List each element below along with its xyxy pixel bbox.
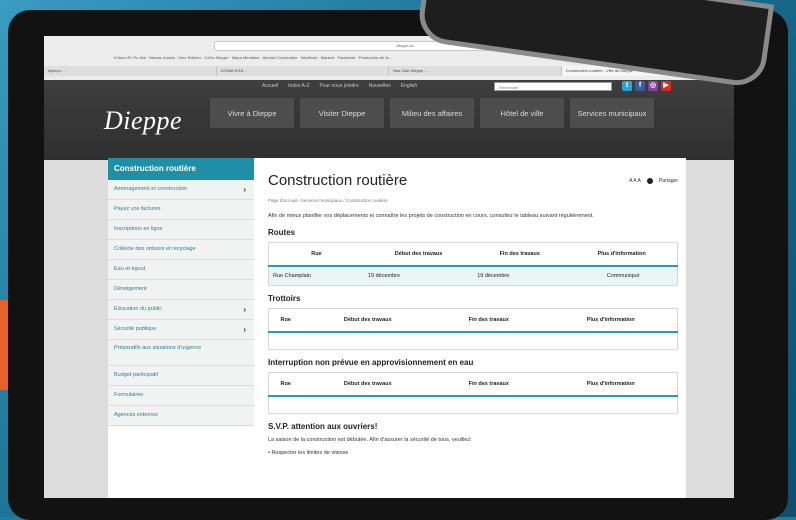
instagram-icon[interactable]: ◎ <box>648 81 658 91</box>
column-header: Plus d'information <box>566 242 678 267</box>
table-header-row: Rue Début des travaux Fin des travaux Pl… <box>268 242 678 267</box>
sidebar-item-label: Collecte des ordures et recyclage <box>114 246 196 252</box>
table-header-row: Rue Début des travaux Fin des travaux Pl… <box>268 308 678 333</box>
sidebar-title[interactable]: Construction routière <box>108 158 254 180</box>
sidebar-item-label: Formulaires <box>114 392 144 398</box>
search-input[interactable]: Recherche <box>494 82 612 91</box>
routes-table: Rue Début des travaux Fin des travaux Pl… <box>268 242 678 286</box>
sidebar-item[interactable]: Déneigement <box>108 280 254 300</box>
column-header: Fin des travaux <box>473 242 567 267</box>
nav-item-visiting[interactable]: Visiter Dieppe <box>300 98 384 128</box>
sidebar-item[interactable]: Inscriptions en ligne <box>108 220 254 240</box>
table-cell-link[interactable]: Communiqué <box>566 266 678 286</box>
column-header: Fin des travaux <box>433 308 545 333</box>
column-header: Plus d'information <box>544 372 678 397</box>
nav-item-city-hall[interactable]: Hôtel de ville <box>480 98 564 128</box>
column-header: Rue <box>268 242 364 267</box>
utility-link-news[interactable]: Nouvelles <box>369 81 391 91</box>
sidebar-item-label: Agences externes <box>114 412 159 418</box>
table-row-empty <box>268 332 678 350</box>
column-header: Plus d'information <box>544 308 678 333</box>
column-header: Fin des travaux <box>433 372 545 397</box>
table-cell: 19 décembre <box>473 266 567 286</box>
twitter-icon[interactable]: t <box>622 81 632 91</box>
column-header: Rue <box>268 372 303 397</box>
browser-tab[interactable]: Nos Club Dieppe ... <box>389 66 562 76</box>
social-links: t f ◎ ▶ <box>622 81 671 91</box>
intro-text: Afin de mieux planifier vos déplacements… <box>268 213 594 219</box>
sidebar-item[interactable]: Formulaires <box>108 386 254 406</box>
utility-link-contact[interactable]: Pour nous joindre <box>320 81 359 91</box>
sidebar-item-label: Sécurité publique <box>114 326 157 332</box>
utility-links: Accueil Index A-Z Pour nous joindre Nouv… <box>262 81 417 91</box>
water-table: Rue Début des travaux Fin des travaux Pl… <box>268 372 678 414</box>
sidebar-item-label: Aménagement et construction <box>114 186 188 192</box>
page-tools: A A A Partager <box>629 178 678 184</box>
table-cell: Rue Champlain <box>268 266 364 286</box>
sidebar-item-label: Eau et égout <box>114 266 146 272</box>
main-content: Construction routière A A A Partager Pag… <box>268 158 678 456</box>
site-header: Accueil Index A-Z Pour nous joindre Nouv… <box>44 80 734 160</box>
table-cell: 19 décembre <box>363 266 474 286</box>
sidebar-item-label: Éducation du public <box>114 306 163 312</box>
sidebar-item[interactable]: Budget participatif <box>108 366 254 386</box>
facebook-icon[interactable]: f <box>635 81 645 91</box>
browser-tab[interactable]: Aperçu ... <box>44 66 217 76</box>
utility-link-home[interactable]: Accueil <box>262 81 278 91</box>
sidebar-item[interactable]: Eau et égout <box>108 260 254 280</box>
sidebar: Construction routière Aménagement et con… <box>108 158 254 426</box>
sidebar-item[interactable]: Aménagement et construction › <box>108 180 254 200</box>
sidebar-item-label: Déneigement <box>114 286 147 292</box>
bullet-item: • Respecter les limites de vitesse <box>268 450 349 456</box>
contrast-icon[interactable] <box>646 178 653 184</box>
share-button[interactable]: Partager <box>659 178 678 184</box>
sidewalks-table: Rue Début des travaux Fin des travaux Pl… <box>268 308 678 350</box>
table-row: Rue Champlain 19 décembre 19 décembre Co… <box>268 266 678 286</box>
chevron-right-icon: › <box>243 325 246 334</box>
nav-item-services[interactable]: Services municipaux <box>570 98 654 128</box>
chevron-right-icon: › <box>243 305 246 314</box>
chevron-right-icon: › <box>243 185 246 194</box>
sidebar-item[interactable]: Agences externes <box>108 406 254 426</box>
sidebar-item[interactable]: Préparatifs aux situations d'urgence <box>108 340 254 366</box>
text-size-control[interactable]: A A A <box>629 178 641 184</box>
notice-text: La saison de la construction est débutée… <box>268 437 472 443</box>
page-title: Construction routière <box>268 172 408 189</box>
sidebar-item[interactable]: Collecte des ordures et recyclage <box>108 240 254 260</box>
notice-heading: S.V.P. attention aux ouvriers! <box>268 422 378 431</box>
sidebar-item-label: Préparatifs aux situations d'urgence <box>114 345 202 351</box>
nav-item-living[interactable]: Vivre à Dieppe <box>210 98 294 128</box>
browser-screen: dieppe.ca Il Nuvo Eh Pu Nat · Mazda Jura… <box>44 36 734 498</box>
browser-tab[interactable]: COMM 2015 ... <box>216 66 389 76</box>
sidebar-item[interactable]: Payez vos factures <box>108 200 254 220</box>
sidebar-item-label: Payez vos factures <box>114 206 161 212</box>
youtube-icon[interactable]: ▶ <box>661 81 671 91</box>
main-nav: Vivre à Dieppe Visiter Dieppe Milieu des… <box>210 98 660 128</box>
column-header: Début des travaux <box>302 308 434 333</box>
section-heading-water: Interruption non prévue en approvisionne… <box>268 358 474 367</box>
site-logo[interactable]: Dieppe <box>104 106 182 136</box>
column-header: Rue <box>268 308 303 333</box>
table-header-row: Rue Début des travaux Fin des travaux Pl… <box>268 372 678 397</box>
nav-item-business[interactable]: Milieu des affaires <box>390 98 474 128</box>
column-header: Début des travaux <box>363 242 474 267</box>
page-body: Construction routière Aménagement et con… <box>108 158 686 498</box>
section-heading-routes: Routes <box>268 228 296 237</box>
breadcrumb[interactable]: Page d'accueil / Services municipaux / C… <box>268 198 678 203</box>
sidebar-item[interactable]: Éducation du public › <box>108 300 254 320</box>
column-header: Début des travaux <box>302 372 434 397</box>
table-row-empty <box>268 396 678 414</box>
section-heading-sidewalks: Trottoirs <box>268 294 301 303</box>
utility-link-english[interactable]: English <box>401 81 417 91</box>
sidebar-item-label: Inscriptions en ligne <box>114 226 163 232</box>
utility-link-index[interactable]: Index A-Z <box>288 81 309 91</box>
monitor-bezel: dieppe.ca Il Nuvo Eh Pu Nat · Mazda Jura… <box>8 10 788 520</box>
sidebar-item[interactable]: Sécurité publique › <box>108 320 254 340</box>
sidebar-item-label: Budget participatif <box>114 372 159 378</box>
